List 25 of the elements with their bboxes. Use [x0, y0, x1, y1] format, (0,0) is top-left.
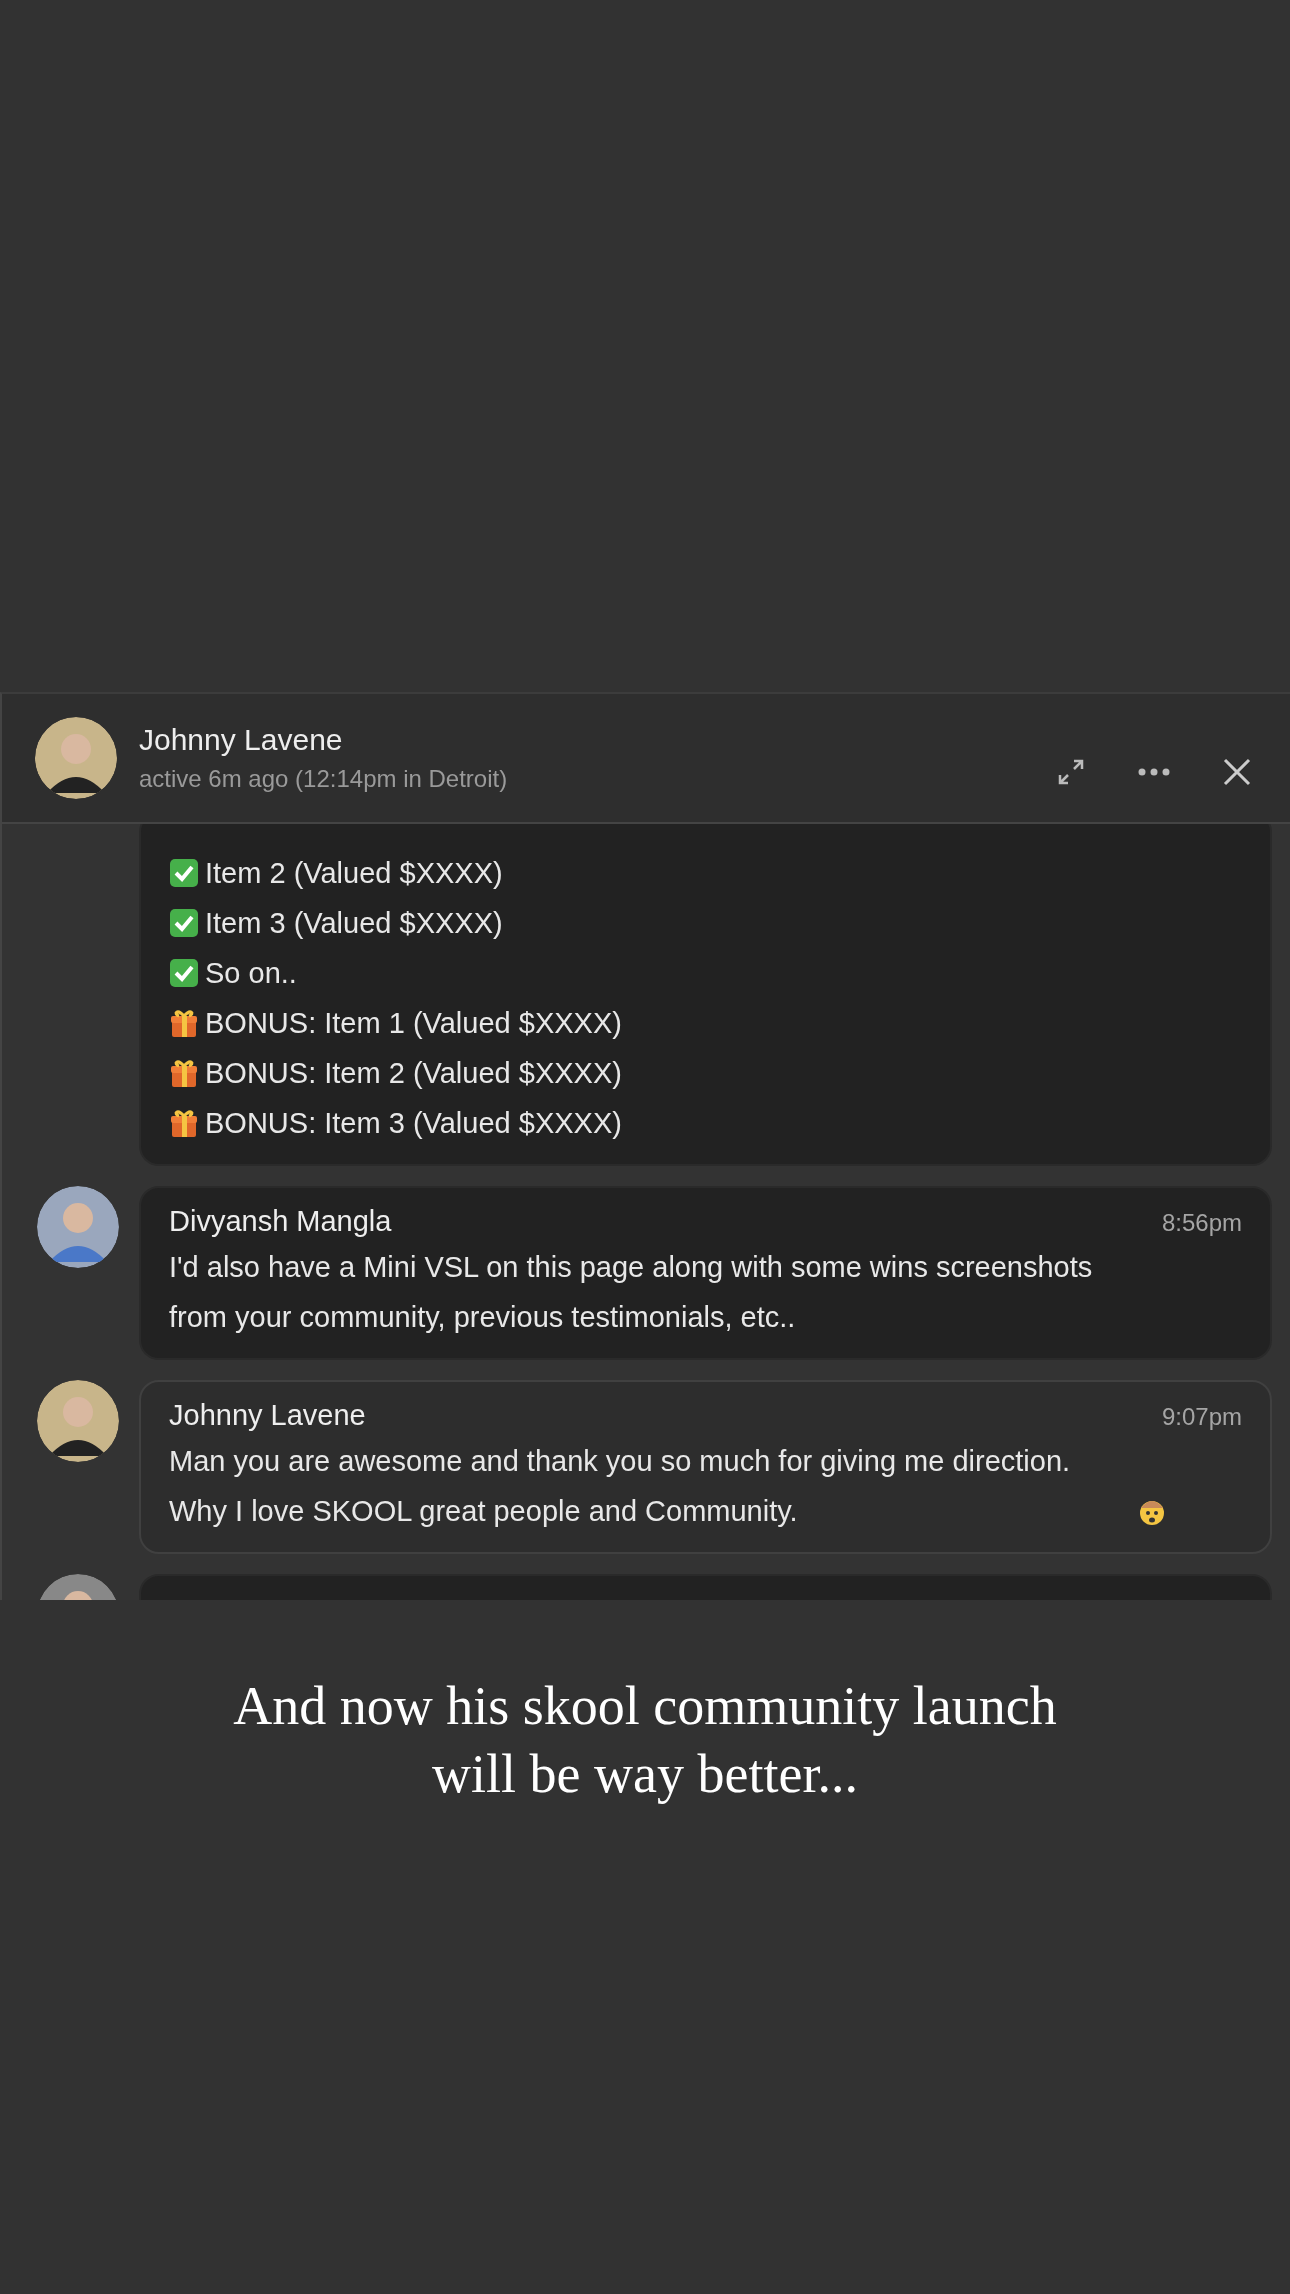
message-line: BONUS: Item 2 (Valued $XXXX) — [205, 1056, 622, 1091]
message-time: 8:56pm — [1161, 1208, 1242, 1238]
gift-icon — [169, 1108, 199, 1138]
checkbox-icon — [169, 958, 199, 988]
message-text: I'd also have a Mini VSL on this page along with some wins screenshots from your community, previous testimonials, etc.. — [169, 1250, 1094, 1335]
message-line: Item 2 (Valued $XXXX) — [205, 856, 503, 891]
gift-icon — [169, 1008, 199, 1038]
message-text: Man you are awesome and thank you so much for giving me direction. Why I love SKOOL great people and Community. — [169, 1444, 1072, 1529]
status-text: active 6m ago (12:14pm in Detroit) — [139, 765, 509, 793]
close-icon[interactable] — [1222, 757, 1252, 787]
message-line: Item 3 (Valued $XXXX) — [205, 906, 503, 941]
checkbox-icon — [169, 908, 199, 938]
caption-text: And now his skool community launch — [233, 1675, 1057, 1738]
message-line: BONUS: Item 3 (Valued $XXXX) — [205, 1106, 622, 1141]
author-name: Johnny Lavene — [169, 1398, 366, 1433]
message-line: BONUS: Item 1 (Valued $XXXX) — [205, 1006, 622, 1041]
message-time: 9:07pm — [1161, 1402, 1242, 1432]
message-line: So on.. — [205, 956, 297, 991]
more-icon[interactable] — [1138, 768, 1170, 776]
expand-icon[interactable] — [1056, 757, 1086, 787]
caption-text: will be way better... — [432, 1743, 858, 1806]
gift-icon — [169, 1058, 199, 1088]
checkbox-icon — [169, 858, 199, 888]
author-name: Divyansh Mangla — [169, 1204, 392, 1239]
contact-name: Johnny Lavene — [139, 723, 344, 757]
